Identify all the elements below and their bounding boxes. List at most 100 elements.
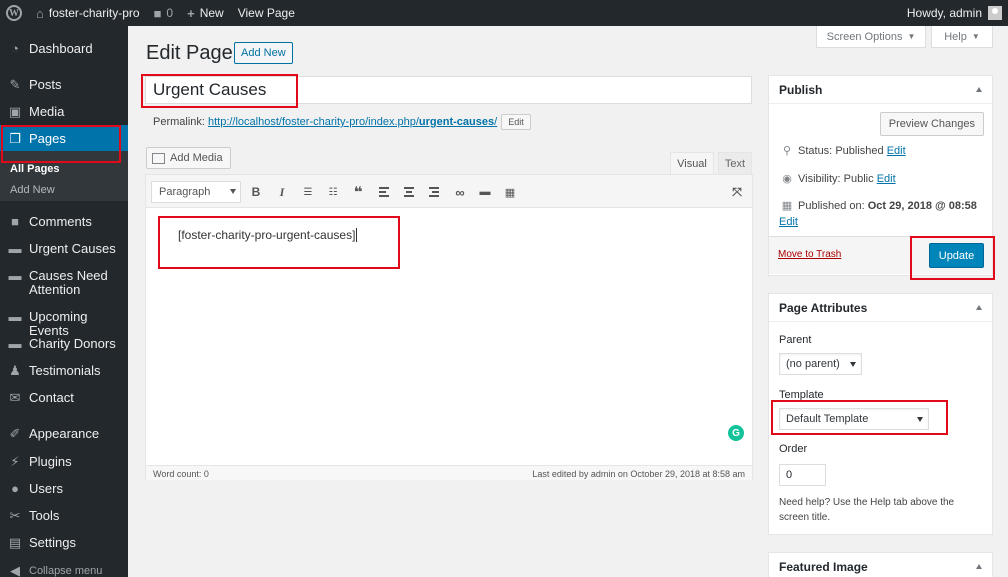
dashboard-icon: ◔ bbox=[11, 41, 19, 56]
menu-contact[interactable]: ✉ Contact bbox=[0, 391, 128, 405]
calendar-icon: ▦ bbox=[781, 200, 793, 212]
publish-box-header[interactable]: Publish bbox=[769, 76, 992, 104]
home-icon: ⌂ bbox=[36, 5, 44, 21]
view-page-link[interactable]: View Page bbox=[231, 0, 302, 26]
format-value: Paragraph bbox=[159, 186, 211, 198]
publish-box: Publish Preview Changes ⚲ Status: Publis… bbox=[768, 75, 993, 276]
menu-pages[interactable]: ❐ Pages bbox=[0, 125, 128, 153]
edit-status-link[interactable]: Edit bbox=[887, 145, 906, 157]
menu-label: Users bbox=[29, 481, 63, 496]
wp-logo-menu[interactable]: W bbox=[0, 0, 29, 26]
menu-appearance[interactable]: ✐ Appearance bbox=[0, 427, 128, 441]
visibility-value: Public bbox=[843, 172, 874, 185]
align-right-button[interactable] bbox=[425, 183, 443, 201]
help-label: Help bbox=[944, 30, 967, 43]
menu-causes-need-attention[interactable]: ▬ Causes Need Attention bbox=[0, 269, 128, 297]
pin-icon: ✎ bbox=[9, 77, 21, 92]
preview-changes-button[interactable]: Preview Changes bbox=[879, 112, 984, 136]
comments-link[interactable]: ■ 0 bbox=[147, 0, 181, 26]
caret-up-icon[interactable] bbox=[976, 305, 982, 310]
permalink-row: Permalink: http://localhost/foster-chari… bbox=[153, 114, 531, 130]
featured-image-box: Featured Image bbox=[768, 552, 993, 577]
page-attributes-header[interactable]: Page Attributes bbox=[769, 294, 992, 322]
menu-posts[interactable]: ✎ Posts bbox=[0, 78, 128, 92]
new-content-link[interactable]: + New bbox=[180, 0, 231, 26]
menu-plugins[interactable]: ⚡ Plugins bbox=[0, 455, 128, 469]
edit-date-link[interactable]: Edit bbox=[779, 216, 798, 228]
plus-icon: + bbox=[187, 5, 195, 21]
menu-label: Urgent Causes bbox=[29, 241, 116, 256]
bullet-list-button[interactable]: ☰ bbox=[299, 183, 317, 201]
align-left-button[interactable] bbox=[375, 183, 393, 201]
add-media-button[interactable]: Add Media bbox=[146, 147, 231, 169]
grammarly-icon[interactable]: G bbox=[728, 425, 744, 441]
caret-up-icon[interactable] bbox=[976, 564, 982, 569]
menu-urgent-causes[interactable]: ▬ Urgent Causes bbox=[0, 242, 128, 256]
format-select[interactable]: Paragraph bbox=[151, 181, 241, 203]
align-center-button[interactable] bbox=[400, 183, 418, 201]
site-name-link[interactable]: ⌂ foster-charity-pro bbox=[29, 0, 147, 26]
permalink-end: / bbox=[494, 116, 498, 128]
edit-visibility-link[interactable]: Edit bbox=[877, 173, 896, 185]
move-to-trash-link[interactable]: Move to Trash bbox=[778, 249, 841, 260]
pages-submenu: All Pages Add New bbox=[0, 151, 128, 201]
bold-icon: B bbox=[251, 185, 261, 199]
italic-button[interactable]: I bbox=[273, 183, 291, 201]
menu-media[interactable]: ▣ Media bbox=[0, 105, 128, 119]
folder-icon: ▬ bbox=[8, 268, 22, 283]
insert-link-button[interactable]: ∞ bbox=[451, 183, 469, 201]
permalink-link[interactable]: http://localhost/foster-charity-pro/inde… bbox=[208, 116, 497, 128]
edit-slug-button[interactable]: Edit bbox=[501, 114, 531, 130]
menu-label: Appearance bbox=[29, 426, 100, 441]
site-name: foster-charity-pro bbox=[48, 6, 140, 20]
bold-button[interactable]: B bbox=[247, 183, 265, 201]
chevron-down-icon bbox=[917, 417, 923, 422]
read-more-icon: ▬ bbox=[479, 186, 491, 198]
menu-label: Plugins bbox=[29, 454, 72, 469]
tab-text[interactable]: Text bbox=[718, 152, 752, 174]
order-value: 0 bbox=[786, 469, 793, 481]
align-right-icon bbox=[429, 187, 439, 197]
menu-comments[interactable]: ■ Comments bbox=[0, 215, 128, 229]
toolbar-toggle-button[interactable]: ▦ bbox=[501, 183, 519, 201]
menu-testimonials[interactable]: ♟ Testimonials bbox=[0, 364, 128, 378]
pages-icon: ❐ bbox=[9, 131, 21, 146]
order-input[interactable]: 0 bbox=[779, 464, 826, 486]
page-attributes-help: Need help? Use the Help tab above the sc… bbox=[779, 497, 955, 523]
folder-icon: ▬ bbox=[8, 241, 22, 256]
menu-users[interactable]: ● Users bbox=[0, 482, 128, 496]
numbered-list-button[interactable]: ☷ bbox=[324, 183, 342, 201]
screen-options-button[interactable]: Screen Options ▼ bbox=[816, 26, 926, 48]
read-more-button[interactable]: ▬ bbox=[476, 183, 494, 201]
add-new-button[interactable]: Add New bbox=[234, 42, 293, 64]
admin-bar: W ⌂ foster-charity-pro ■ 0 + New View Pa… bbox=[0, 0, 1008, 26]
publish-actions: Move to Trash Update bbox=[769, 236, 992, 274]
add-media-label: Add Media bbox=[170, 152, 223, 164]
editor-status-bar: Word count: 0 Last edited by admin on Oc… bbox=[146, 465, 752, 480]
order-label: Order bbox=[779, 443, 808, 455]
blockquote-button[interactable]: ❝ bbox=[349, 183, 367, 201]
content-editor: Paragraph B I ☰ ☷ ❝ ∞ ▬ ▦ ⤧ [foster-char… bbox=[145, 174, 753, 480]
help-button[interactable]: Help ▼ bbox=[931, 26, 993, 48]
template-select[interactable]: Default Template bbox=[779, 408, 929, 430]
submenu-all-pages[interactable]: All Pages bbox=[10, 163, 60, 175]
visibility-row: ◉ Visibility: Public Edit bbox=[779, 172, 896, 186]
fullscreen-button[interactable]: ⤧ bbox=[728, 183, 746, 201]
update-button[interactable]: Update bbox=[929, 243, 984, 268]
editor-content[interactable]: [foster-charity-pro-urgent-causes] bbox=[178, 228, 358, 242]
caret-up-icon[interactable] bbox=[976, 87, 982, 92]
quote-icon: ❝ bbox=[353, 184, 363, 201]
post-title-input[interactable]: Urgent Causes bbox=[145, 76, 752, 104]
my-account[interactable]: Howdy, admin bbox=[907, 0, 1002, 26]
menu-tools[interactable]: ✂ Tools bbox=[0, 509, 128, 523]
parent-select[interactable]: (no parent) bbox=[779, 353, 862, 375]
tab-visual[interactable]: Visual bbox=[670, 152, 714, 174]
submenu-add-new[interactable]: Add New bbox=[10, 184, 55, 196]
post-title-value: Urgent Causes bbox=[153, 80, 267, 99]
menu-settings[interactable]: ▤ Settings bbox=[0, 536, 128, 550]
menu-upcoming-events[interactable]: ▬ Upcoming Events bbox=[0, 310, 128, 338]
collapse-menu-button[interactable]: ◀ Collapse menu bbox=[0, 564, 128, 577]
featured-image-header[interactable]: Featured Image bbox=[769, 553, 992, 577]
menu-dashboard[interactable]: ◔ Dashboard bbox=[0, 42, 128, 56]
menu-charity-donors[interactable]: ▬ Charity Donors bbox=[0, 337, 128, 351]
